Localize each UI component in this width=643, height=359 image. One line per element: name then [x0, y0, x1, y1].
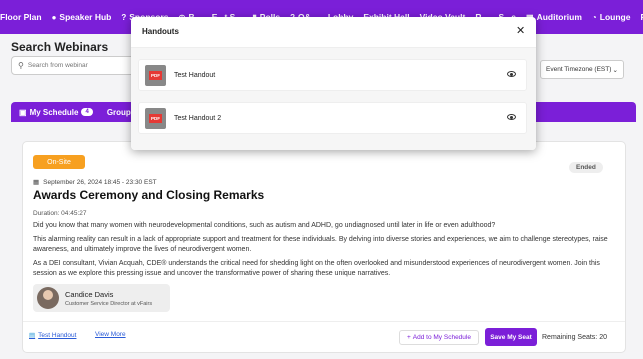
- help-icon: ?: [121, 12, 127, 22]
- session-duration: Duration: 04:45:27: [33, 210, 87, 217]
- description-paragraph: This alarming reality can result in a la…: [33, 236, 608, 253]
- page-title: Search Webinars: [11, 40, 109, 54]
- nav-item-floor-plan[interactable]: Floor Plan: [0, 12, 42, 22]
- search-box[interactable]: ⚲: [11, 56, 136, 75]
- session-description: Did you know that many women with neurod…: [33, 221, 618, 283]
- handout-link[interactable]: ▤ Test Handout: [29, 331, 77, 340]
- close-icon[interactable]: ✕: [516, 24, 525, 37]
- handout-row[interactable]: Test Handout: [138, 59, 527, 91]
- tab-group[interactable]: Group: [107, 108, 131, 117]
- nav-label: Auditorium: [536, 12, 582, 22]
- handout-name: Test Handout: [174, 71, 216, 79]
- speaker-name: Candice Davis: [65, 289, 114, 299]
- add-to-schedule-button[interactable]: + Add to My Schedule: [399, 330, 479, 345]
- eye-icon[interactable]: [507, 114, 516, 120]
- session-date: ▦ September 26, 2024 18:45 - 23:30 EST: [33, 178, 157, 187]
- view-more-link[interactable]: View More: [95, 331, 126, 338]
- tab-count-badge: 4: [81, 108, 93, 116]
- plus-icon: +: [407, 334, 411, 341]
- pdf-file-icon: [145, 107, 166, 129]
- modal-body: Test Handout Test Handout 2: [131, 48, 536, 150]
- nav-item-speaker-hub[interactable]: ● Speaker Hub: [52, 12, 112, 22]
- timezone-select[interactable]: Event Timezone (EST) ⌄: [540, 60, 624, 79]
- calendar-icon: ▦: [33, 179, 40, 186]
- search-icon: ⚲: [18, 61, 24, 70]
- timezone-value: Event Timezone (EST): [546, 66, 612, 73]
- add-to-schedule-label: Add to My Schedule: [412, 334, 471, 341]
- speaker-icon: ●: [51, 12, 57, 22]
- onsite-badge: On-Site: [33, 155, 85, 169]
- remaining-seats: Remaining Seats: 20: [542, 334, 607, 341]
- divider: [23, 321, 625, 322]
- nav-label: Speaker Hub: [59, 12, 112, 22]
- handout-row[interactable]: Test Handout 2: [138, 102, 527, 134]
- tab-label: My Schedule: [29, 107, 79, 117]
- tab-my-schedule[interactable]: ▣ My Schedule 4: [19, 108, 93, 117]
- nav-label: Lounge: [599, 12, 631, 22]
- speaker-role: Customer Service Director at vFairs: [65, 300, 153, 307]
- avatar: [37, 287, 59, 309]
- handouts-modal: Handouts ✕ Test Handout Test Handout 2: [131, 17, 536, 150]
- description-paragraph: Did you know that many women with neurod…: [33, 222, 496, 229]
- description-paragraph: As a DEI consultant, Vivian Acquah, CDE®…: [33, 260, 600, 277]
- handout-link-text: Test Handout: [38, 331, 77, 339]
- search-input[interactable]: [27, 62, 128, 69]
- pdf-file-icon: [145, 64, 166, 86]
- calendar-icon: ▣: [19, 107, 27, 117]
- eye-icon[interactable]: [507, 71, 516, 77]
- nav-label: Floor Plan: [0, 12, 42, 22]
- session-date-text: September 26, 2024 18:45 - 23:30 EST: [43, 178, 157, 186]
- session-card: On-Site Ended ▦ September 26, 2024 18:45…: [22, 141, 626, 353]
- speaker-card[interactable]: Candice Davis Customer Service Director …: [33, 284, 170, 312]
- chevron-down-icon: ⌄: [612, 66, 618, 74]
- handout-name: Test Handout 2: [174, 114, 222, 122]
- modal-title: Handouts: [142, 27, 179, 36]
- nav-item-lounge[interactable]: ◔ Lounge: [592, 12, 631, 22]
- document-icon: ▤: [29, 332, 36, 339]
- chat-icon: ◔: [591, 12, 597, 22]
- tab-label: Group: [106, 107, 131, 117]
- status-badge: Ended: [569, 162, 603, 173]
- save-seat-button[interactable]: Save My Seat: [485, 328, 537, 346]
- session-title: Awards Ceremony and Closing Remarks: [33, 188, 265, 202]
